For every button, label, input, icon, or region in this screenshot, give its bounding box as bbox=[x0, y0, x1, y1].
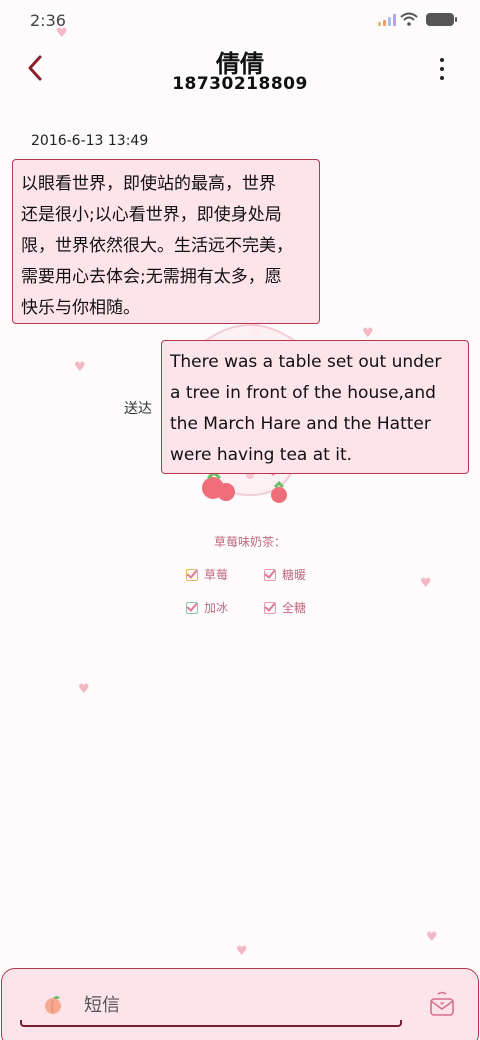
checkbox-icon bbox=[186, 568, 198, 581]
outgoing-message-bubble[interactable]: There was a table set out under a tree i… bbox=[161, 340, 469, 474]
wallpaper-option: 加冰 bbox=[186, 599, 228, 616]
message-line: 快乐与你相随。 bbox=[21, 298, 140, 318]
incoming-message-bubble[interactable]: 以眼看世界，即使站的最高，世界 还是很小;以心看世界，即使身处局 限，世界依然很… bbox=[12, 159, 320, 324]
heart-icon: ♥ bbox=[426, 930, 438, 945]
signal-icon bbox=[378, 14, 396, 26]
checkbox-icon bbox=[264, 568, 276, 581]
delivery-status: 送达 bbox=[124, 401, 152, 417]
battery-icon bbox=[426, 13, 457, 26]
wallpaper-option: 糖暖 bbox=[264, 566, 306, 583]
heart-icon: ♥ bbox=[74, 360, 86, 375]
sms-input[interactable] bbox=[84, 990, 384, 1020]
wallpaper-option: 草莓 bbox=[186, 566, 228, 583]
peach-icon[interactable] bbox=[42, 994, 64, 1016]
heart-icon: ♥ bbox=[362, 326, 374, 341]
checkbox-icon bbox=[264, 601, 276, 614]
message-line: There was a table set out under bbox=[170, 352, 442, 372]
contact-phone: 18730218809 bbox=[172, 74, 308, 94]
wifi-icon bbox=[400, 12, 418, 26]
wallpaper-option: 全糖 bbox=[264, 599, 306, 616]
message-line: 需要用心去体会;无需拥有太多，愿 bbox=[21, 267, 282, 287]
heart-icon: ♥ bbox=[420, 576, 432, 591]
message-line: a tree in front of the house,and bbox=[170, 383, 436, 403]
message-line: 限，世界依然很大。生活远不完美， bbox=[21, 236, 293, 256]
message-line: the March Hare and the Hatter bbox=[170, 414, 431, 434]
milk-tea-caption: 草莓味奶茶： bbox=[213, 535, 286, 549]
message-line: 以眼看世界，即使站的最高，世界 bbox=[21, 174, 276, 194]
heart-icon: ♥ bbox=[78, 682, 90, 697]
heart-icon: ♥ bbox=[56, 26, 68, 41]
heart-icon: ♥ bbox=[236, 944, 248, 959]
status-bar: 2:36 bbox=[0, 0, 480, 40]
more-vertical-icon[interactable] bbox=[436, 58, 448, 82]
message-timestamp: 2016-6-13 13:49 bbox=[31, 133, 149, 149]
message-line: 还是很小;以心看世界，即使身处局 bbox=[21, 205, 282, 225]
envelope-send-icon[interactable] bbox=[428, 990, 456, 1018]
compose-underline bbox=[20, 1020, 402, 1027]
checkbox-icon bbox=[186, 601, 198, 614]
message-line: were having tea at it. bbox=[170, 445, 353, 465]
